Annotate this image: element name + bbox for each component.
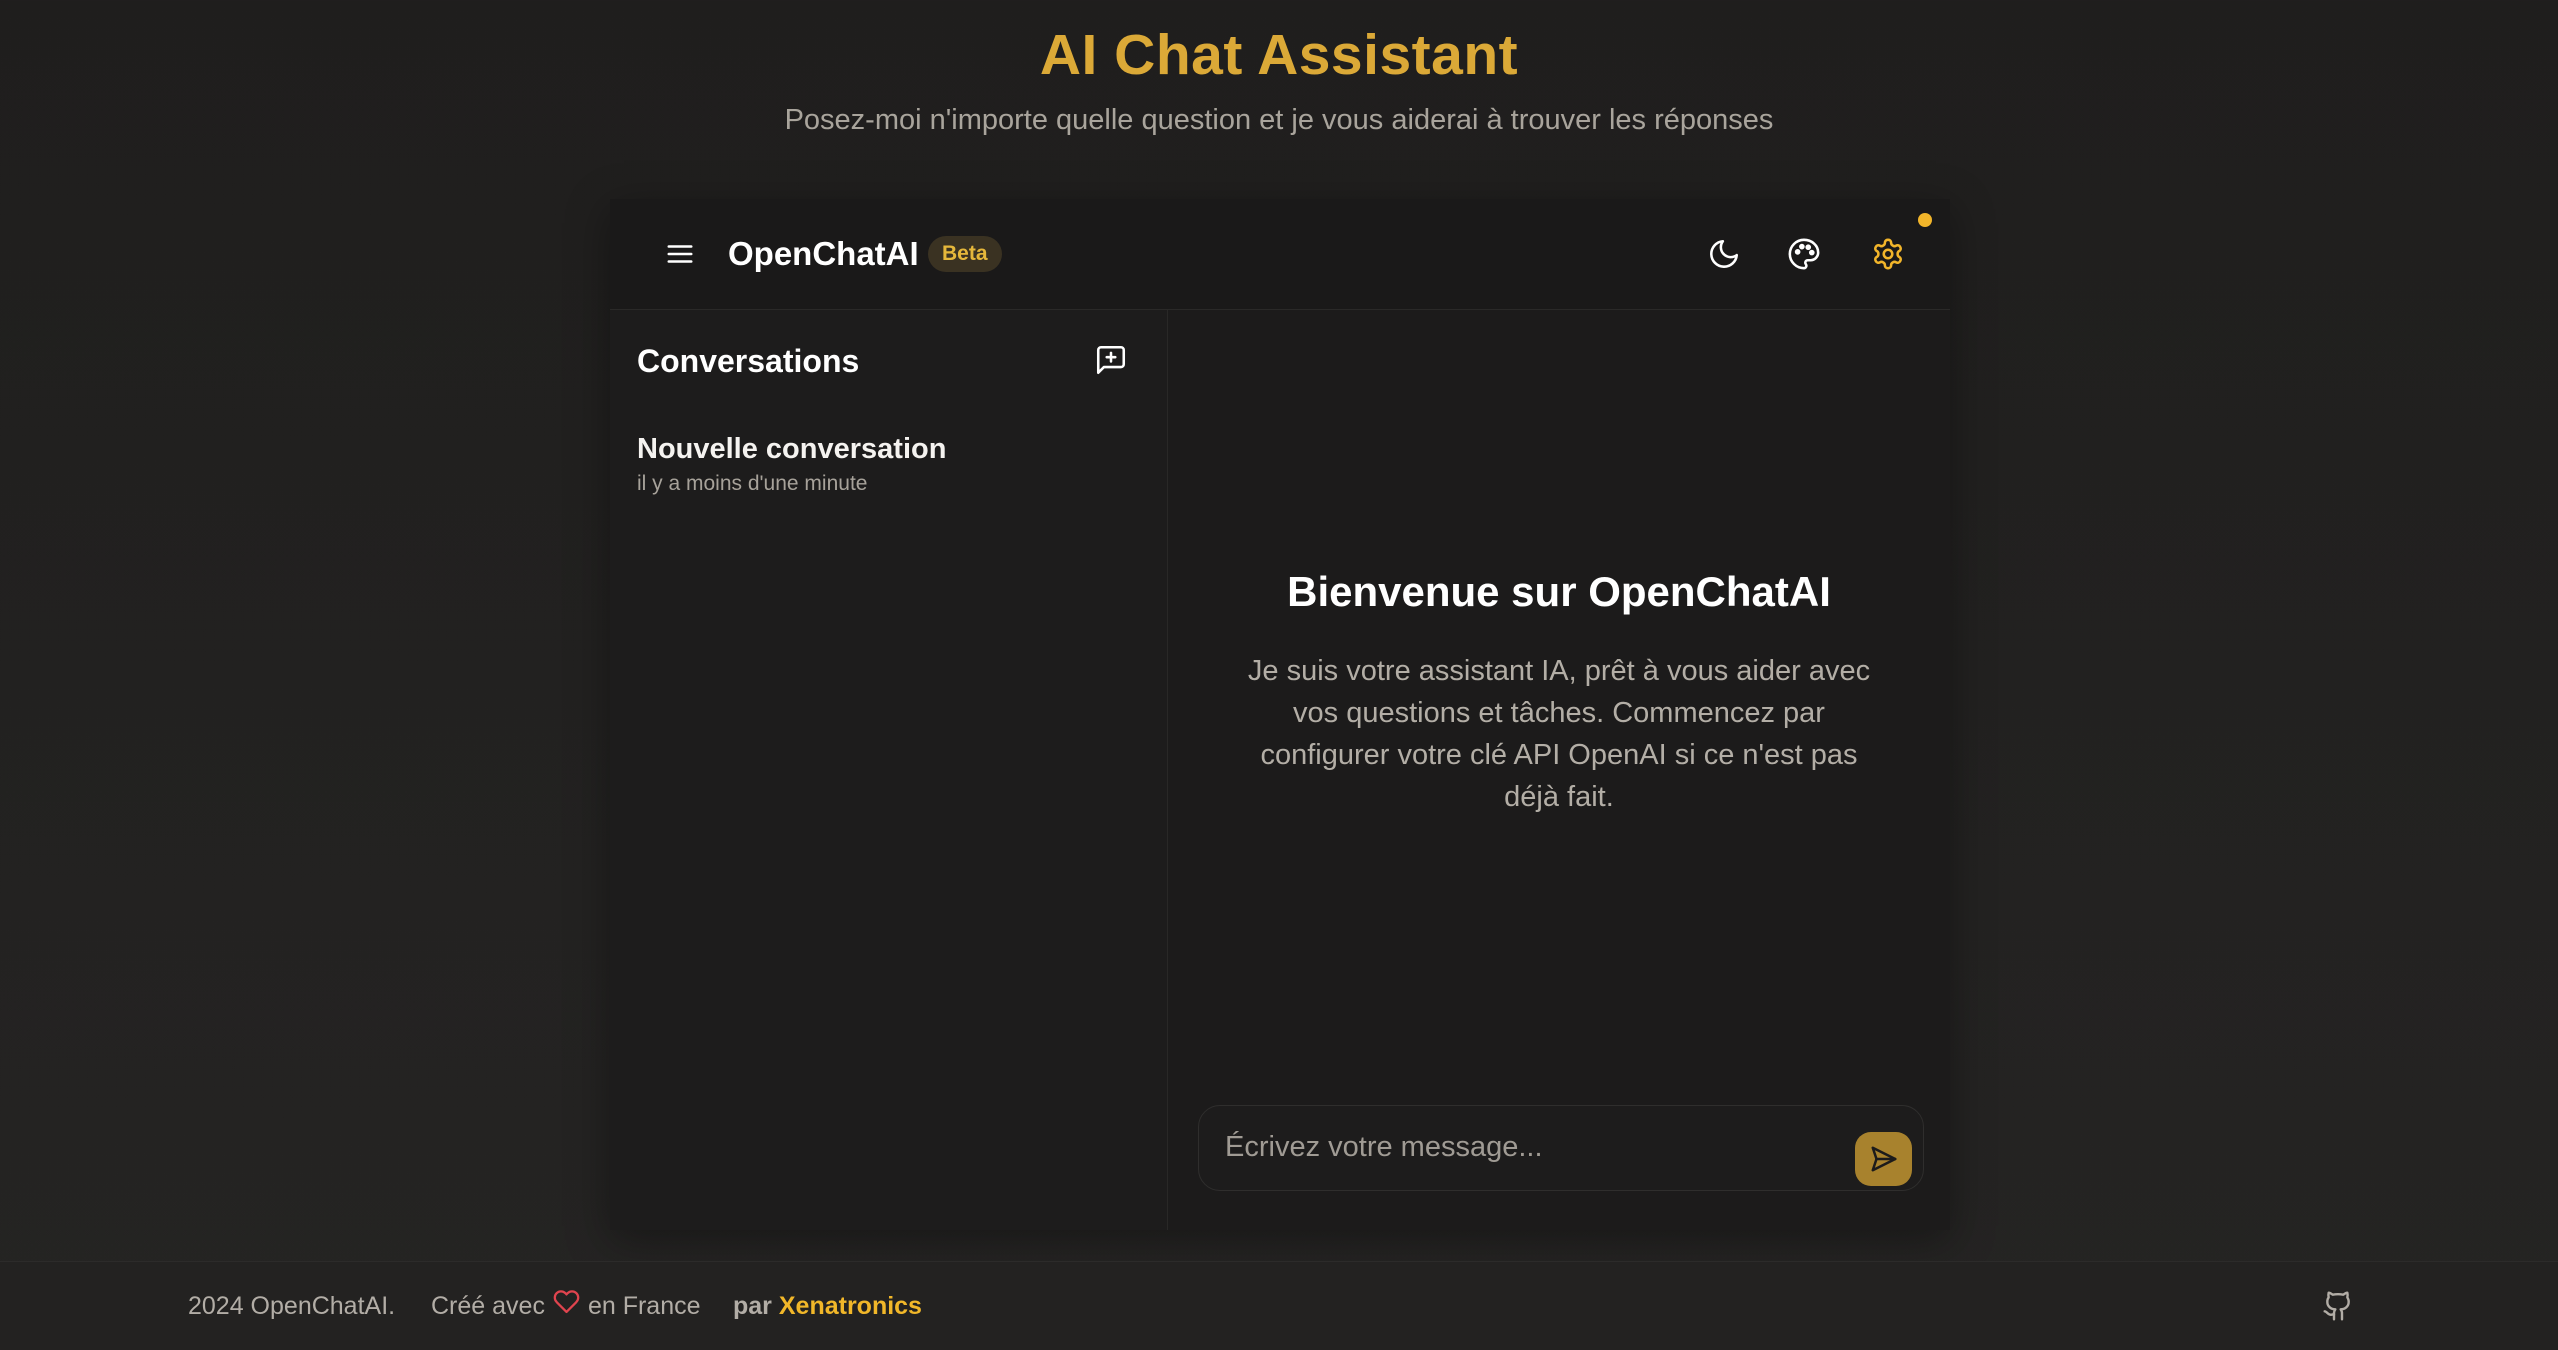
heart-icon [553,1289,580,1323]
gear-icon [1874,238,1902,270]
new-conversation-button[interactable] [1083,332,1139,388]
page-footer: 2024 OpenChatAI. Créé avec en France par… [0,1261,2558,1350]
message-input[interactable] [1225,1124,1825,1170]
theme-toggle-button[interactable] [1696,226,1752,282]
footer-made-with: Créé avec en France [431,1289,701,1323]
footer-by: par Xenatronics [733,1289,922,1323]
notification-dot [1918,213,1932,227]
send-icon [1871,1146,1896,1172]
message-plus-icon [1096,345,1126,375]
page-subtitle: Posez-moi n'importe quelle question et j… [784,104,1774,136]
footer-author-link[interactable]: Xenatronics [779,1292,922,1320]
chat-app-window: OpenChatAI Beta Conversations Nouvelle c… [610,199,1950,1230]
chat-main-panel: Bienvenue sur OpenChatAI Je suis votre a… [1168,310,1950,1230]
footer-made-suffix: en France [587,1292,701,1320]
conversation-title: Nouvelle conversation [637,433,947,465]
github-link[interactable] [2316,1284,2360,1328]
conversations-sidebar: Conversations Nouvelle conversation il y… [610,310,1168,1230]
menu-icon [667,245,693,263]
beta-badge: Beta [928,236,1002,272]
github-icon [2323,1291,2350,1321]
welcome-text: Je suis votre assistant IA, prêt à vous … [1247,655,1871,813]
conversation-time: il y a moins d'une minute [637,472,868,495]
welcome-title: Bienvenue sur OpenChatAI [1287,568,1831,615]
footer-by-label: par [733,1292,772,1320]
palette-button[interactable] [1776,226,1832,282]
menu-button[interactable] [652,226,708,282]
footer-made-prefix: Créé avec [431,1292,545,1320]
footer-copyright: 2024 OpenChatAI. [188,1292,396,1320]
page-title: AI Chat Assistant [1039,23,1519,87]
send-button[interactable] [1855,1132,1912,1186]
conversation-item[interactable]: Nouvelle conversation il y a moins d'une… [610,430,1167,510]
moon-icon [1710,239,1739,268]
sidebar-title: Conversations [637,343,860,379]
app-header: OpenChatAI Beta [610,199,1950,310]
brand-name: OpenChatAI [728,235,919,272]
palette-icon [1788,238,1820,270]
settings-button[interactable] [1860,226,1916,282]
message-composer [1198,1105,1924,1191]
